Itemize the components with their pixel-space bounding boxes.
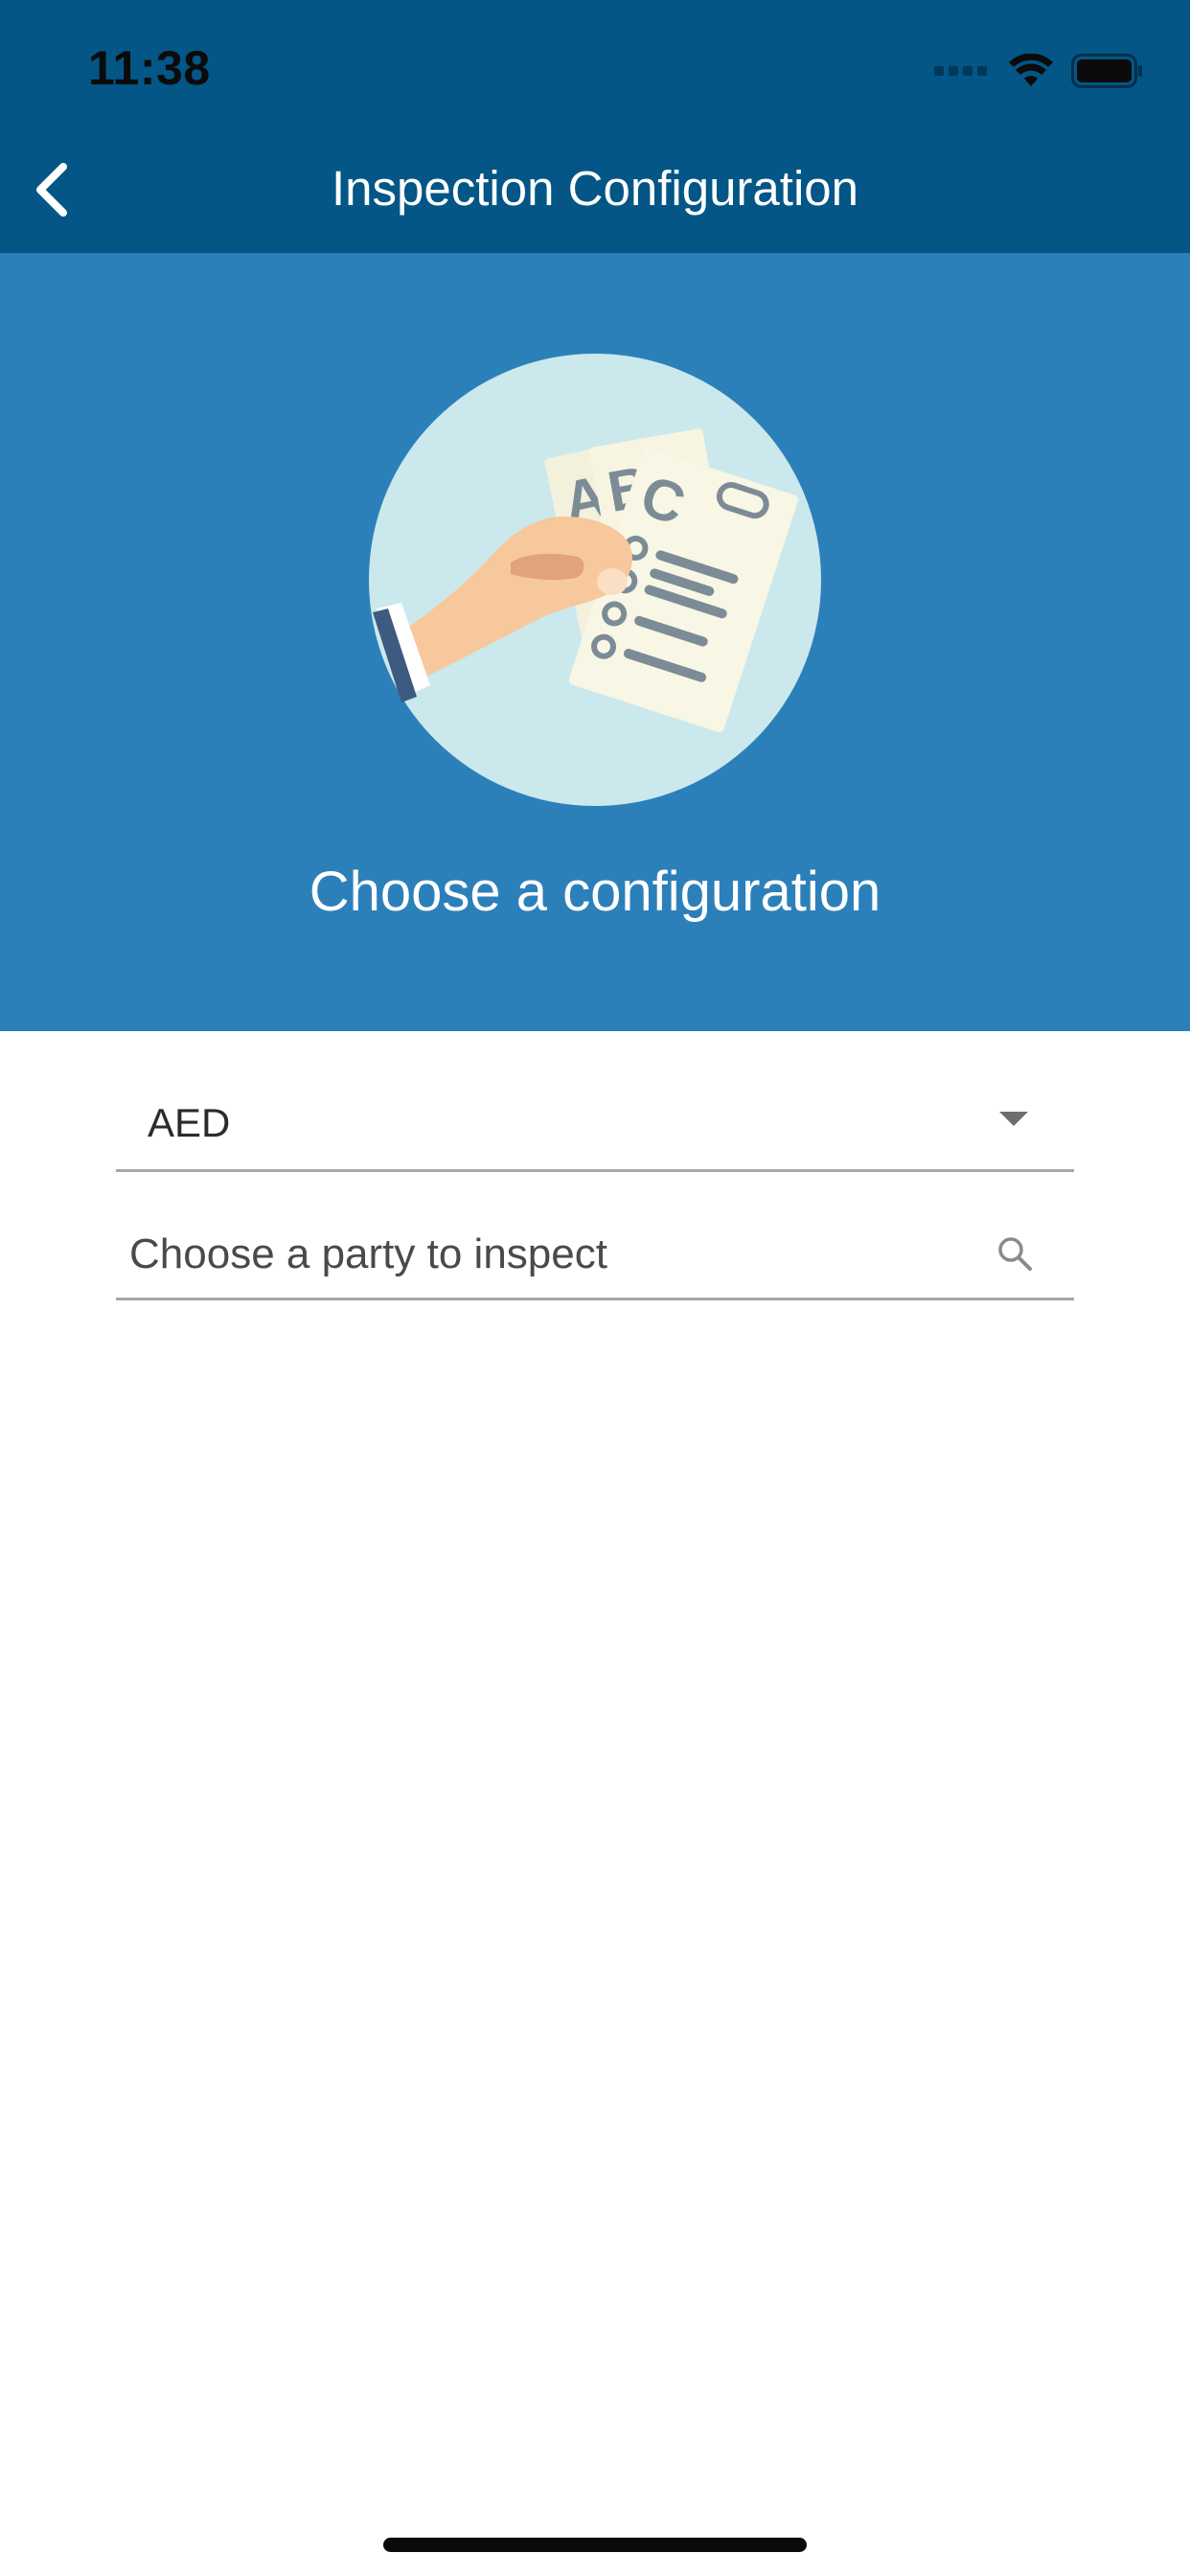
hero-heading: Choose a configuration [309,861,881,923]
hero-banner: A B C Choose a configuration [0,253,1190,1031]
party-search-input[interactable] [129,1225,973,1284]
home-indicator[interactable] [383,2538,807,2552]
configuration-select-value: AED [148,1100,231,1145]
status-icons [934,50,1144,92]
battery-icon [1071,54,1142,88]
page-title: Inspection Configuration [331,161,859,216]
cellular-signal-icon [934,66,987,76]
dropdown-arrow-icon [999,1112,1028,1126]
search-icon [998,1237,1032,1271]
configuration-select[interactable]: AED [116,1081,1074,1172]
wifi-icon [1009,54,1053,86]
party-search-field[interactable] [116,1215,1074,1300]
inspection-configuration-screen: 11:38 Inspection Configuration A B C Cho… [0,0,1190,2576]
top-bar: 11:38 Inspection Configuration [0,0,1190,253]
status-time: 11:38 [88,41,211,95]
hand-holding-documents-illustration: A B C [369,354,821,806]
